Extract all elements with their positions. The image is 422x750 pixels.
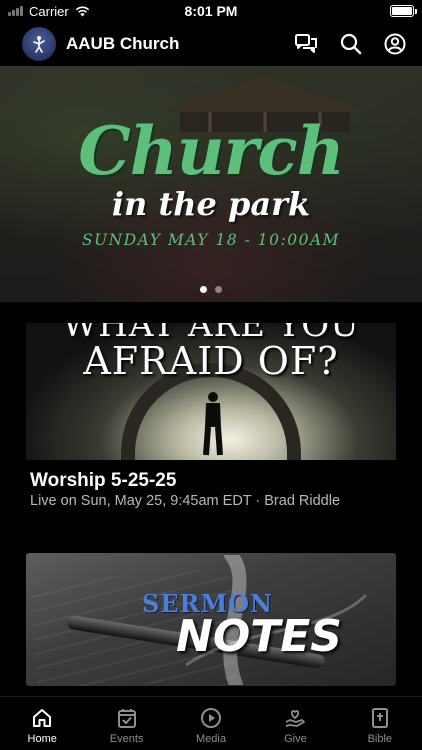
calendar-check-icon [117, 709, 136, 728]
app-header: AAUB Church [0, 24, 422, 64]
pagination-dot[interactable] [215, 286, 222, 293]
tab-media[interactable]: Media [169, 697, 253, 750]
carousel-pagination [0, 286, 422, 293]
chat-icon[interactable] [294, 33, 318, 55]
sermon-title[interactable]: Worship 5-25-25 [30, 470, 176, 492]
tab-events[interactable]: Events [84, 697, 168, 750]
tab-home[interactable]: Home [0, 697, 84, 750]
sermon-thumbnail[interactable]: WHAT ARE YOU AFRAID OF? [26, 323, 396, 460]
profile-icon[interactable] [384, 33, 406, 55]
header-actions [294, 33, 406, 55]
hero-title: Church [78, 112, 344, 190]
status-bar: Carrier 8:01 PM [0, 0, 422, 22]
sermon-subtitle: Live on Sun, May 25, 9:45am EDT · Brad R… [30, 493, 341, 509]
tab-give-label: Give [284, 733, 307, 745]
tab-give[interactable]: Give [253, 697, 337, 750]
pagination-dot-active[interactable] [200, 286, 207, 293]
walking-figure-image [203, 392, 223, 456]
carrier-label: Carrier [29, 3, 69, 19]
hand-heart-icon [286, 710, 306, 727]
tab-home-label: Home [27, 733, 57, 745]
wifi-icon [75, 6, 89, 16]
tab-media-label: Media [196, 733, 226, 745]
tab-bible-label: Bible [367, 733, 393, 745]
hero-date: SUNDAY MAY 18 - 10:00AM [81, 231, 341, 249]
sermon-notes-card[interactable]: SERMON NOTES [26, 553, 396, 686]
battery-icon [390, 5, 417, 17]
signal-icon [8, 6, 23, 16]
hero-subtitle: in the park [111, 185, 311, 223]
bible-icon [371, 708, 388, 728]
thumbnail-line2: AFRAID OF? [83, 339, 339, 383]
tab-bible[interactable]: Bible [338, 697, 422, 750]
church-logo[interactable] [22, 27, 56, 61]
logo-figure-icon [33, 36, 45, 53]
app-title: AAUB Church [66, 34, 180, 53]
status-time: 8:01 PM [184, 3, 238, 19]
home-icon [33, 709, 52, 727]
play-circle-icon [201, 708, 222, 728]
hero-banner[interactable]: Church in the park SUNDAY MAY 18 - 10:00… [0, 66, 422, 302]
search-icon[interactable] [340, 33, 362, 55]
notes-word-notes: NOTES [176, 611, 342, 662]
tab-bar: Home Events Media Give Bible [0, 696, 422, 750]
status-left: Carrier [8, 4, 90, 19]
tab-events-label: Events [109, 733, 144, 745]
